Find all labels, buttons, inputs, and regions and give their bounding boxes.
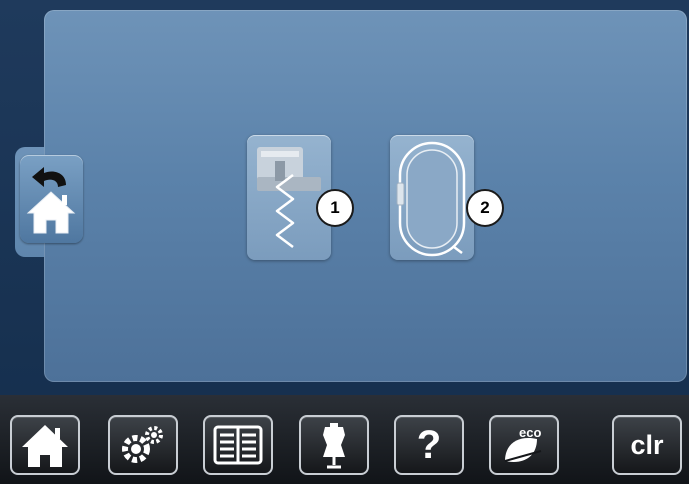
embroidery-mode-button[interactable] xyxy=(390,135,474,260)
back-home-button[interactable] xyxy=(20,155,83,243)
eco-button[interactable]: eco xyxy=(489,415,559,475)
embroidery-hoop-icon xyxy=(396,141,466,257)
help-button[interactable]: ? xyxy=(394,415,464,475)
creative-consultant-button[interactable] xyxy=(299,415,369,475)
home-button[interactable] xyxy=(10,415,80,475)
question-icon: ? xyxy=(416,423,442,467)
badge-2: 2 xyxy=(466,189,504,227)
badge-1: 1 xyxy=(316,189,354,227)
home-icon xyxy=(22,425,68,467)
clear-label: clr xyxy=(630,430,664,460)
book-icon xyxy=(213,425,263,465)
setup-button[interactable] xyxy=(108,415,178,475)
content-panel xyxy=(44,10,687,382)
dress-form-icon xyxy=(323,423,345,469)
back-home-icon xyxy=(26,167,76,234)
tutorial-button[interactable] xyxy=(203,415,273,475)
gears-icon xyxy=(122,426,163,463)
clear-button[interactable]: clr xyxy=(612,415,682,475)
eco-leaf-icon xyxy=(504,437,542,463)
